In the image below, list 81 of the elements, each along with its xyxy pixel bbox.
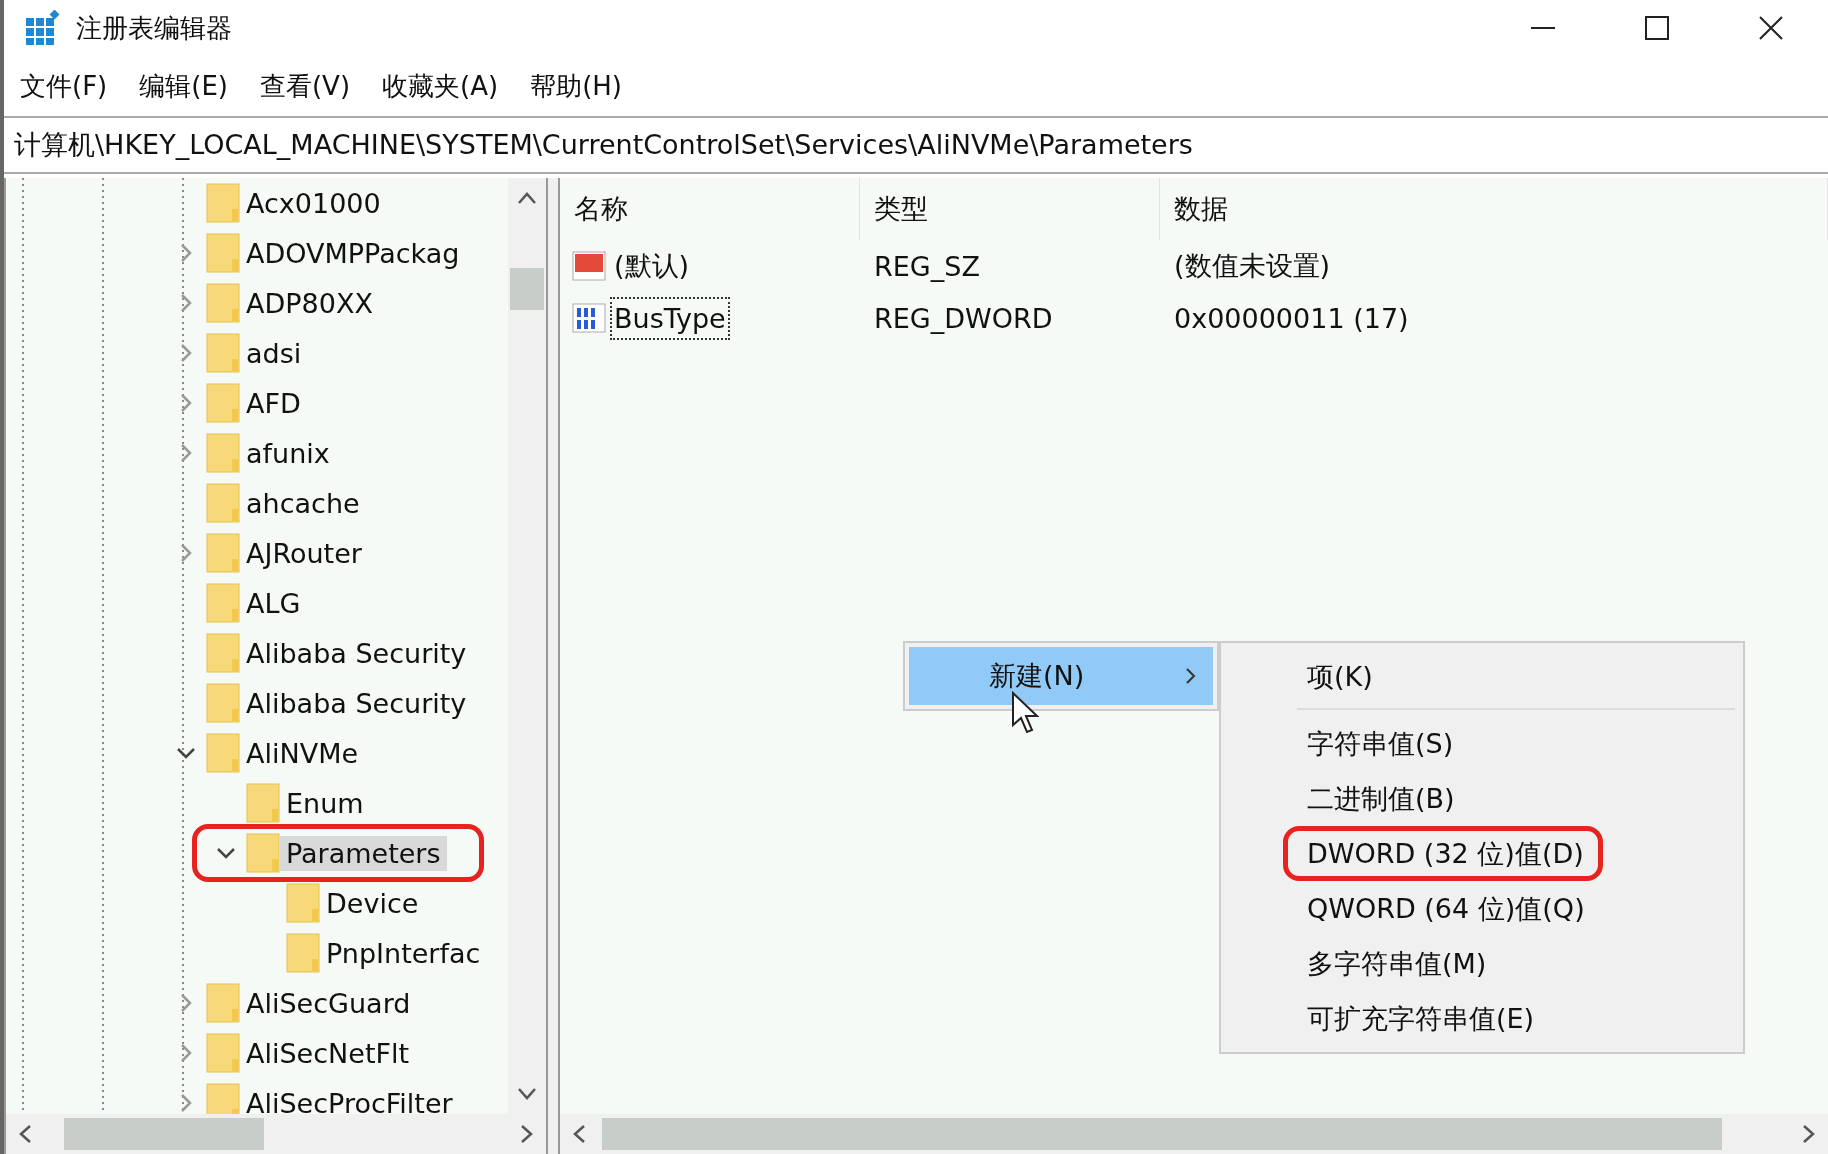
folder-icon [206, 233, 240, 273]
folder-icon [286, 883, 320, 923]
value-name[interactable]: BusType [610, 296, 730, 340]
menu-item[interactable]: 项(K) [1283, 649, 1392, 704]
folder-icon [206, 583, 240, 623]
column-header[interactable]: 类型 [860, 178, 1160, 240]
tree-item[interactable]: adsi [240, 335, 308, 371]
minimize-icon [1530, 27, 1556, 29]
folder-icon [286, 933, 320, 973]
address-field[interactable]: 计算机\HKEY_LOCAL_MACHINE\SYSTEM\CurrentControlSet\Services\AliNVMe\Parameters [4, 116, 1828, 174]
folder-icon [246, 833, 280, 873]
menu-item[interactable]: 字符串值(S) [1283, 716, 1473, 771]
scrollbar-thumb[interactable] [64, 1118, 264, 1150]
vertical-scrollbar[interactable] [508, 178, 546, 1114]
tree-item[interactable]: Device [320, 885, 425, 921]
folder-icon [206, 533, 240, 573]
chevron-left-icon [18, 1124, 32, 1144]
value-data: (数值未设置) [1173, 249, 1332, 283]
tree-item[interactable]: ahcache [240, 485, 366, 521]
tree-item[interactable]: afunix [240, 435, 336, 471]
menu-item[interactable]: DWORD (32 位)值(D) [1283, 826, 1603, 881]
registry-editor-icon [24, 10, 60, 46]
scrollbar-thumb[interactable] [602, 1118, 1722, 1150]
column-header[interactable]: 数据 [1160, 178, 1828, 240]
folder-icon [206, 683, 240, 723]
column-header[interactable]: 名称 [560, 178, 860, 240]
horizontal-scrollbar[interactable] [560, 1114, 1828, 1154]
menu-item[interactable]: QWORD (64 位)值(Q) [1283, 881, 1604, 936]
tree-item[interactable]: AJRouter [240, 535, 368, 571]
folder-icon [206, 983, 240, 1023]
horizontal-scrollbar[interactable] [6, 1114, 546, 1154]
menu-item[interactable]: 可扩充字符串值(E) [1283, 991, 1554, 1046]
maximize-icon [1644, 15, 1670, 41]
tree-item[interactable]: ADP80XX [240, 285, 379, 321]
folder-icon [206, 433, 240, 473]
tree-item[interactable]: AliSecGuard [240, 985, 417, 1021]
tree-item[interactable]: Alibaba Security [240, 635, 473, 671]
folder-icon [206, 483, 240, 523]
tree-item[interactable]: AliSecNetFlt [240, 1035, 416, 1071]
chevron-right-icon [520, 1124, 534, 1144]
folder-icon [206, 1083, 240, 1114]
value-name[interactable]: (默认) [610, 242, 694, 290]
chevron-down-icon [517, 1087, 537, 1101]
menu-item[interactable]: 新建(N) [909, 647, 1213, 705]
tree-item[interactable]: Acx01000 [240, 185, 387, 221]
value-type: REG_DWORD [873, 302, 1054, 334]
menu-item[interactable]: 查看(V) [259, 68, 351, 104]
folder-icon [206, 283, 240, 323]
close-icon [1758, 15, 1784, 41]
tree-item[interactable]: Alibaba Security [240, 685, 473, 721]
folder-icon [246, 783, 280, 823]
menu-item[interactable]: 帮助(H) [530, 68, 622, 104]
tree-item[interactable]: Enum [280, 785, 370, 821]
chevron-up-icon [517, 191, 537, 205]
menu-item[interactable]: 二进制值(B) [1283, 771, 1474, 826]
folder-icon [206, 633, 240, 673]
menu-item[interactable]: 文件(F) [20, 68, 108, 104]
tree-item[interactable]: AliNVMe [240, 735, 365, 771]
tree-item[interactable]: Parameters [280, 835, 447, 871]
binary-value-icon [572, 301, 606, 335]
tree-item[interactable]: ADOVMPPackag [240, 235, 466, 271]
tree-item[interactable]: AliSecProcFilter [240, 1085, 459, 1114]
menu-item[interactable]: 收藏夹(A) [382, 68, 499, 104]
tree-item[interactable]: AFD [240, 385, 307, 421]
folder-icon [206, 383, 240, 423]
tree-item[interactable]: ALG [240, 585, 307, 621]
scrollbar-thumb[interactable] [510, 268, 544, 310]
value-type: REG_SZ [873, 250, 981, 282]
folder-icon [206, 733, 240, 773]
folder-icon [206, 1033, 240, 1073]
value-data: 0x00000011 (17) [1173, 302, 1410, 334]
chevron-left-icon [572, 1124, 586, 1144]
folder-icon [206, 333, 240, 373]
string-value-icon [572, 249, 606, 283]
tree-item[interactable]: PnpInterfac [320, 935, 487, 971]
menu-item[interactable]: 多字符串值(M) [1283, 936, 1506, 991]
menu-item[interactable]: 编辑(E) [139, 68, 228, 104]
folder-icon [206, 183, 240, 223]
chevron-right-icon [1802, 1124, 1816, 1144]
cursor-icon [1011, 691, 1041, 735]
window-title: 注册表编辑器 [76, 11, 233, 45]
